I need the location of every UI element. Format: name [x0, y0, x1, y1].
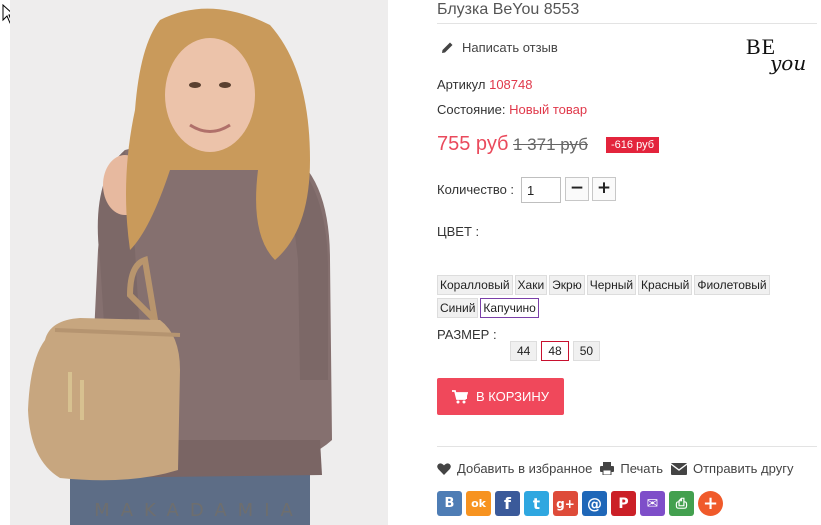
color-options: Коралловый Хаки Экрю Черный Красный Фиол… [437, 275, 782, 321]
pinterest-share-button[interactable]: P [611, 491, 636, 516]
brand-logo[interactable]: BE you [744, 30, 816, 78]
color-label: ЦВЕТ : [437, 224, 480, 239]
send-friend-label: Отправить другу [692, 461, 794, 476]
color-option[interactable]: Синий [437, 298, 479, 318]
condition-line: Состояние: Новый товар [437, 102, 587, 117]
more-share-button[interactable]: + [698, 491, 723, 516]
product-title: Блузка BeYou 8553 [437, 1, 580, 18]
wishlist-label: Добавить в избранное [457, 461, 593, 476]
add-to-wishlist-link[interactable]: Добавить в избранное [437, 461, 592, 476]
pencil-icon [442, 42, 453, 53]
size-option[interactable]: 44 [510, 341, 538, 361]
odnoklassniki-icon: ok [471, 497, 486, 510]
color-option-selected[interactable]: Капучино [480, 298, 539, 318]
send-to-friend-link[interactable]: Отправить другу [670, 461, 794, 476]
twitter-share-button[interactable]: t [524, 491, 549, 516]
add-to-cart-label: В КОРЗИНУ [475, 389, 550, 404]
size-options: 44 48 50 [510, 341, 604, 361]
twitter-icon: t [532, 494, 541, 513]
vkontakte-share-button[interactable]: В [437, 491, 462, 516]
add-to-cart-button[interactable]: В КОРЗИНУ [437, 378, 564, 415]
print-link[interactable]: Печать [600, 461, 663, 476]
product-photo[interactable]: MAKADAMIA [10, 0, 388, 525]
write-review-link[interactable]: Написать отзыв [441, 40, 558, 55]
color-option[interactable]: Красный [638, 275, 693, 295]
size-option[interactable]: 50 [572, 341, 601, 361]
email-share-button[interactable]: ✉ [640, 491, 665, 516]
svg-text:you: you [769, 51, 806, 75]
mail-ru-icon: @ [587, 494, 602, 513]
facebook-share-button[interactable]: f [495, 491, 520, 516]
condition-label: Состояние: [437, 102, 506, 117]
print-share-button[interactable]: ⎙ [669, 491, 694, 516]
old-price: 1 371 руб [513, 135, 588, 154]
plus-icon: + [702, 493, 719, 514]
heart-icon [437, 462, 451, 475]
quantity-minus-button[interactable]: − [565, 177, 589, 201]
product-actions: Добавить в избранное Печать Отправить др… [437, 461, 801, 476]
print-label: Печать [620, 461, 663, 476]
mail-ru-share-button[interactable]: @ [582, 491, 607, 516]
discount-badge: -616 руб [606, 137, 659, 153]
print-icon [600, 462, 615, 475]
actions-divider [437, 446, 817, 447]
facebook-icon: f [504, 494, 511, 513]
odnoklassniki-share-button[interactable]: ok [466, 491, 491, 516]
email-icon: ✉ [646, 495, 659, 512]
sku-value: 108748 [489, 77, 533, 92]
photo-watermark: MAKADAMIA [94, 500, 304, 521]
current-price: 755 руб [437, 133, 509, 155]
envelope-icon [670, 462, 687, 475]
quantity-plus-button[interactable]: + [592, 177, 616, 201]
share-buttons: В ok f t g+ @ P ✉ ⎙ + [437, 491, 727, 516]
quantity-input[interactable] [521, 177, 561, 203]
google-plus-icon: g+ [556, 496, 575, 511]
write-review-label: Написать отзыв [462, 40, 558, 55]
pinterest-icon: P [618, 495, 629, 512]
product-photo-illustration [10, 0, 388, 525]
sku-label: Артикул [437, 77, 486, 92]
title-divider [437, 23, 817, 24]
color-option[interactable]: Экрю [549, 275, 585, 295]
condition-value: Новый товар [509, 102, 588, 117]
color-option[interactable]: Коралловый [437, 275, 513, 295]
printer-icon: ⎙ [675, 495, 688, 512]
sku-line: Артикул 108748 [437, 77, 532, 92]
size-option-selected[interactable]: 48 [541, 341, 569, 361]
color-option[interactable]: Черный [586, 275, 637, 295]
color-option[interactable]: Фиолетовый [694, 275, 770, 295]
size-label: РАЗМЕР : [437, 327, 497, 342]
quantity-label: Количество : [437, 182, 515, 197]
color-option[interactable]: Хаки [514, 275, 548, 295]
cart-icon [451, 389, 468, 403]
vkontakte-icon: В [444, 496, 455, 511]
google-plus-share-button[interactable]: g+ [553, 491, 578, 516]
